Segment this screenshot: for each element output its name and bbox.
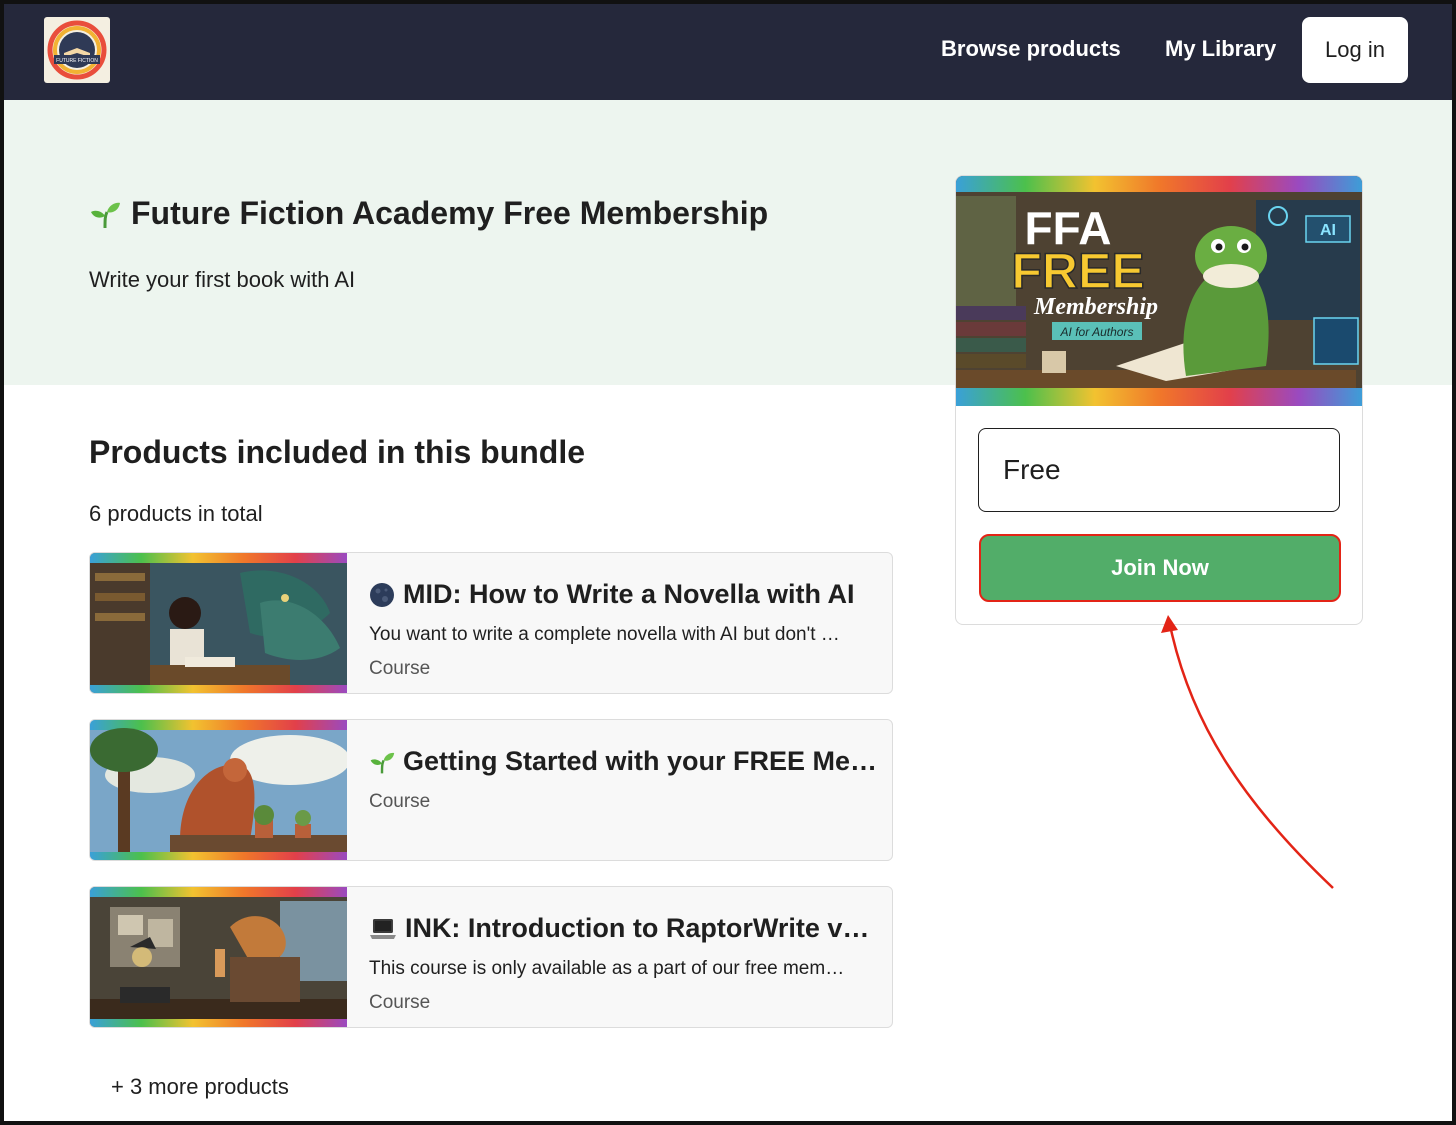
product-title: INK: Introduction to RaptorWrite v1.0 bbox=[369, 913, 879, 944]
svg-text:AI: AI bbox=[1320, 222, 1336, 239]
product-title: Getting Started with your FREE Me… bbox=[369, 746, 879, 777]
page-subtitle: Write your first book with AI bbox=[89, 267, 356, 292]
svg-text:FUTURE FICTION: FUTURE FICTION bbox=[56, 58, 98, 64]
price-display: Free bbox=[978, 428, 1340, 512]
product-type: Course bbox=[369, 992, 431, 1013]
nav-my-library[interactable]: My Library bbox=[1165, 36, 1276, 62]
logo-graphic: FUTURE FICTION bbox=[47, 20, 107, 80]
svg-text:Membership: Membership bbox=[1033, 294, 1158, 320]
svg-text:AI for Authors: AI for Authors bbox=[1060, 325, 1134, 339]
sprout-icon bbox=[91, 202, 120, 228]
product-card[interactable]: INK: Introduction to RaptorWrite v1.0 Th… bbox=[89, 886, 893, 1028]
sprout-icon bbox=[370, 752, 395, 773]
more-products-link[interactable]: + 3 more products bbox=[111, 1074, 289, 1100]
login-button[interactable]: Log in bbox=[1302, 17, 1408, 83]
page-title: Future Fiction Academy Free Membership bbox=[89, 195, 768, 232]
product-card[interactable]: MID: How to Write a Novella with AI You … bbox=[89, 552, 893, 694]
product-title-text: MID: How to Write a Novella with AI bbox=[403, 579, 855, 609]
membership-cover-image: AI FFA FREE Membership AI for Authors bbox=[956, 176, 1362, 406]
product-card[interactable]: Getting Started with your FREE Me… Cours… bbox=[89, 719, 893, 861]
top-navigation-bar: FUTURE FICTION Browse products My Librar… bbox=[0, 0, 1456, 100]
laptop-icon bbox=[369, 918, 396, 939]
nav-browse-products[interactable]: Browse products bbox=[941, 36, 1121, 62]
product-thumbnail bbox=[90, 720, 347, 860]
product-type: Course bbox=[369, 658, 431, 679]
product-description: This course is only available as a part … bbox=[369, 958, 845, 979]
site-logo[interactable]: FUTURE FICTION bbox=[44, 17, 110, 83]
product-title-text: INK: Introduction to RaptorWrite v1.0 bbox=[404, 913, 879, 943]
product-thumbnail bbox=[90, 887, 347, 1027]
product-title: MID: How to Write a Novella with AI bbox=[369, 579, 879, 610]
page-title-text: Future Fiction Academy Free Membership bbox=[131, 195, 769, 231]
product-description: You want to write a complete novella wit… bbox=[369, 624, 840, 645]
bundle-heading: Products included in this bundle bbox=[89, 434, 586, 470]
svg-text:FREE: FREE bbox=[1011, 243, 1144, 299]
product-title-text: Getting Started with your FREE Me… bbox=[403, 746, 878, 776]
dark-moon-icon bbox=[370, 582, 394, 607]
product-count: 6 products in total bbox=[89, 501, 263, 526]
product-type: Course bbox=[369, 791, 431, 812]
join-now-button[interactable]: Join Now bbox=[979, 534, 1341, 602]
product-thumbnail bbox=[90, 553, 347, 693]
